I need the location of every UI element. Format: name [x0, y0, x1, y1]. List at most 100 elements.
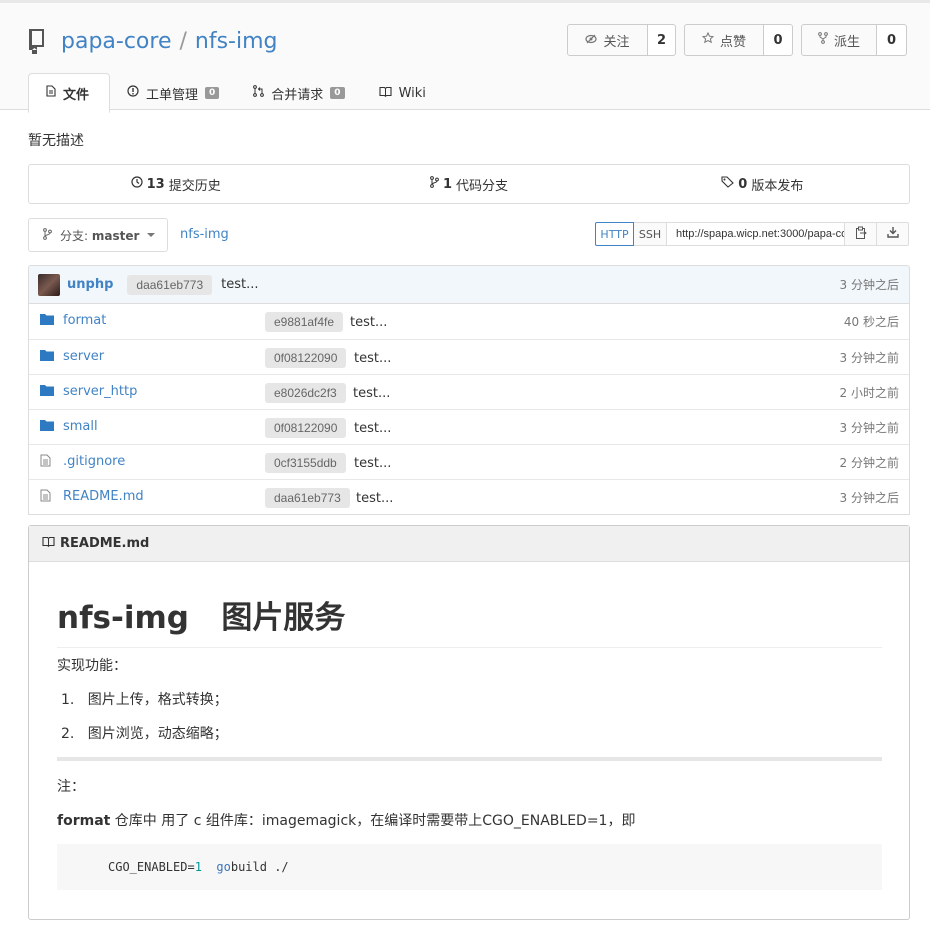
star-button[interactable]: 点赞 — [684, 24, 764, 56]
file-name-link[interactable]: server_http — [63, 384, 137, 399]
tab-pull-requests[interactable]: 合并请求 0 — [236, 73, 361, 113]
tab-files[interactable]: 文件 — [28, 73, 110, 113]
issue-icon — [127, 85, 139, 101]
breadcrumb[interactable]: nfs-img — [180, 227, 229, 242]
latest-commit-bar: unphp daa61eb773 test... 3 分钟之后 — [28, 265, 910, 303]
branch-icon — [430, 176, 439, 192]
history-icon — [131, 176, 143, 192]
file-text-icon — [46, 85, 56, 101]
tab-pull-requests-label: 合并请求 — [271, 87, 324, 103]
file-commit-sha[interactable]: 0f08122090 — [265, 348, 347, 368]
clone-url-group: HTTP SSH http://spapa.wicp.net:3000/papa… — [595, 222, 909, 246]
watch-group: 关注 2 — [567, 24, 676, 56]
readme-note: 注： — [57, 779, 85, 795]
file-commit-time: 3 分钟之前 — [839, 351, 899, 365]
list-item-number: 2. — [61, 726, 75, 742]
download-button[interactable] — [877, 222, 909, 246]
table-row: small 0f08122090 test... 3 分钟之前 — [29, 409, 909, 444]
file-name-link[interactable]: README.md — [63, 489, 144, 504]
star-label: 点赞 — [719, 34, 746, 50]
file-commit-sha[interactable]: 0cf3155ddb — [265, 453, 346, 473]
file-commit-time: 2 分钟之前 — [839, 456, 899, 470]
commits-label: 提交历史 — [168, 178, 221, 194]
list-item-number: 1. — [61, 692, 75, 708]
file-text-icon — [40, 489, 51, 506]
fork-count[interactable]: 0 — [877, 24, 907, 56]
tab-issues[interactable]: 工单管理 0 — [110, 73, 236, 113]
clone-url-input[interactable]: http://spapa.wicp.net:3000/papa-core/nfs… — [667, 222, 845, 246]
commit-message[interactable]: test... — [221, 277, 258, 292]
table-row: format e9881af4fe test... 40 秒之后 — [29, 304, 909, 339]
list-item: 2. 图片浏览，动态缩略； — [61, 723, 228, 743]
file-commit-sha[interactable]: e8026dc2f3 — [265, 383, 346, 403]
file-name-link[interactable]: format — [63, 313, 106, 328]
issues-count-badge: 0 — [205, 87, 220, 99]
tab-wiki-label: Wiki — [398, 85, 426, 101]
branch-selector[interactable]: 分支: master — [28, 218, 168, 252]
releases-stat[interactable]: 0 版本发布 — [616, 165, 909, 203]
table-row: server_http e8026dc2f3 test... 2 小时之前 — [29, 374, 909, 409]
file-commit-message[interactable]: test... — [354, 456, 391, 471]
file-commit-message[interactable]: test... — [356, 491, 393, 506]
book-icon — [379, 86, 392, 101]
table-row: README.md daa61eb773 test... 3 分钟之后 — [29, 479, 909, 514]
file-commit-message[interactable]: test... — [350, 315, 387, 330]
repo-tabs: 文件 工单管理 0 合并请求 0 Wiki — [28, 73, 443, 113]
star-group: 点赞 0 — [684, 24, 793, 56]
file-commit-sha[interactable]: daa61eb773 — [265, 488, 350, 508]
code-keyword: go — [216, 860, 231, 874]
pull-requests-count-badge: 0 — [330, 87, 345, 99]
branches-count: 1 — [442, 176, 452, 192]
repo-name-link[interactable]: nfs-img — [195, 29, 278, 54]
folder-icon — [40, 419, 54, 435]
list-item: 1. 图片上传，格式转换； — [61, 689, 228, 709]
file-commit-sha[interactable]: e9881af4fe — [265, 312, 344, 332]
file-commit-time: 2 小时之前 — [839, 386, 899, 400]
pull-request-icon — [253, 85, 265, 101]
copy-url-button[interactable] — [845, 222, 877, 246]
releases-label: 版本发布 — [751, 178, 804, 194]
file-commit-time: 40 秒之后 — [843, 315, 899, 329]
http-clone-button[interactable]: HTTP — [595, 222, 634, 246]
releases-count: 0 — [738, 176, 748, 192]
star-icon — [701, 31, 715, 48]
file-commit-message[interactable]: test... — [354, 421, 391, 436]
file-name-link[interactable]: .gitignore — [63, 454, 125, 469]
commit-sha[interactable]: daa61eb773 — [127, 274, 213, 295]
branch-prefix: 分支: — [60, 228, 89, 243]
file-commit-sha[interactable]: 0f08122090 — [265, 418, 347, 438]
tag-icon — [721, 176, 735, 192]
file-list: format e9881af4fe test... 40 秒之后 server … — [28, 303, 910, 515]
clipboard-icon — [855, 226, 867, 243]
list-item-text: 图片上传，格式转换； — [87, 692, 228, 708]
readme-intro: 实现功能： — [57, 658, 127, 674]
file-commit-message[interactable]: test... — [354, 351, 391, 366]
star-count[interactable]: 0 — [764, 24, 793, 56]
watch-button[interactable]: 关注 — [567, 24, 648, 56]
readme-filename: README.md — [60, 536, 150, 551]
fork-button[interactable]: 派生 — [801, 24, 877, 56]
table-row: .gitignore 0cf3155ddb test... 2 分钟之前 — [29, 444, 909, 479]
readme-panel: README.md nfs-img 图片服务 实现功能： 1. 图片上传，格式转… — [28, 525, 910, 920]
file-name-link[interactable]: small — [63, 419, 98, 434]
eye-slash-icon — [585, 33, 598, 48]
fork-group: 派生 0 — [801, 24, 907, 56]
file-commit-time: 3 分钟之后 — [839, 491, 899, 505]
watch-count[interactable]: 2 — [648, 24, 676, 56]
repo-title: papa-core / nfs-img — [27, 25, 278, 57]
folder-icon — [40, 349, 54, 365]
repo-owner-link[interactable]: papa-core — [61, 29, 171, 54]
commits-stat[interactable]: 13 提交历史 — [29, 165, 322, 203]
code-rest: build ./ — [230, 860, 289, 874]
ssh-clone-button[interactable]: SSH — [634, 222, 667, 246]
commit-author[interactable]: unphp — [67, 277, 113, 292]
file-name-link[interactable]: server — [63, 349, 104, 364]
commits-count: 13 — [146, 176, 165, 192]
readme-header: README.md — [29, 526, 909, 562]
book-icon — [42, 536, 55, 551]
tab-wiki[interactable]: Wiki — [362, 73, 443, 113]
avatar[interactable] — [38, 273, 60, 296]
code-var: CGO_ENABLED= — [108, 860, 195, 874]
branches-stat[interactable]: 1 代码分支 — [322, 165, 615, 203]
file-commit-message[interactable]: test... — [353, 386, 390, 401]
